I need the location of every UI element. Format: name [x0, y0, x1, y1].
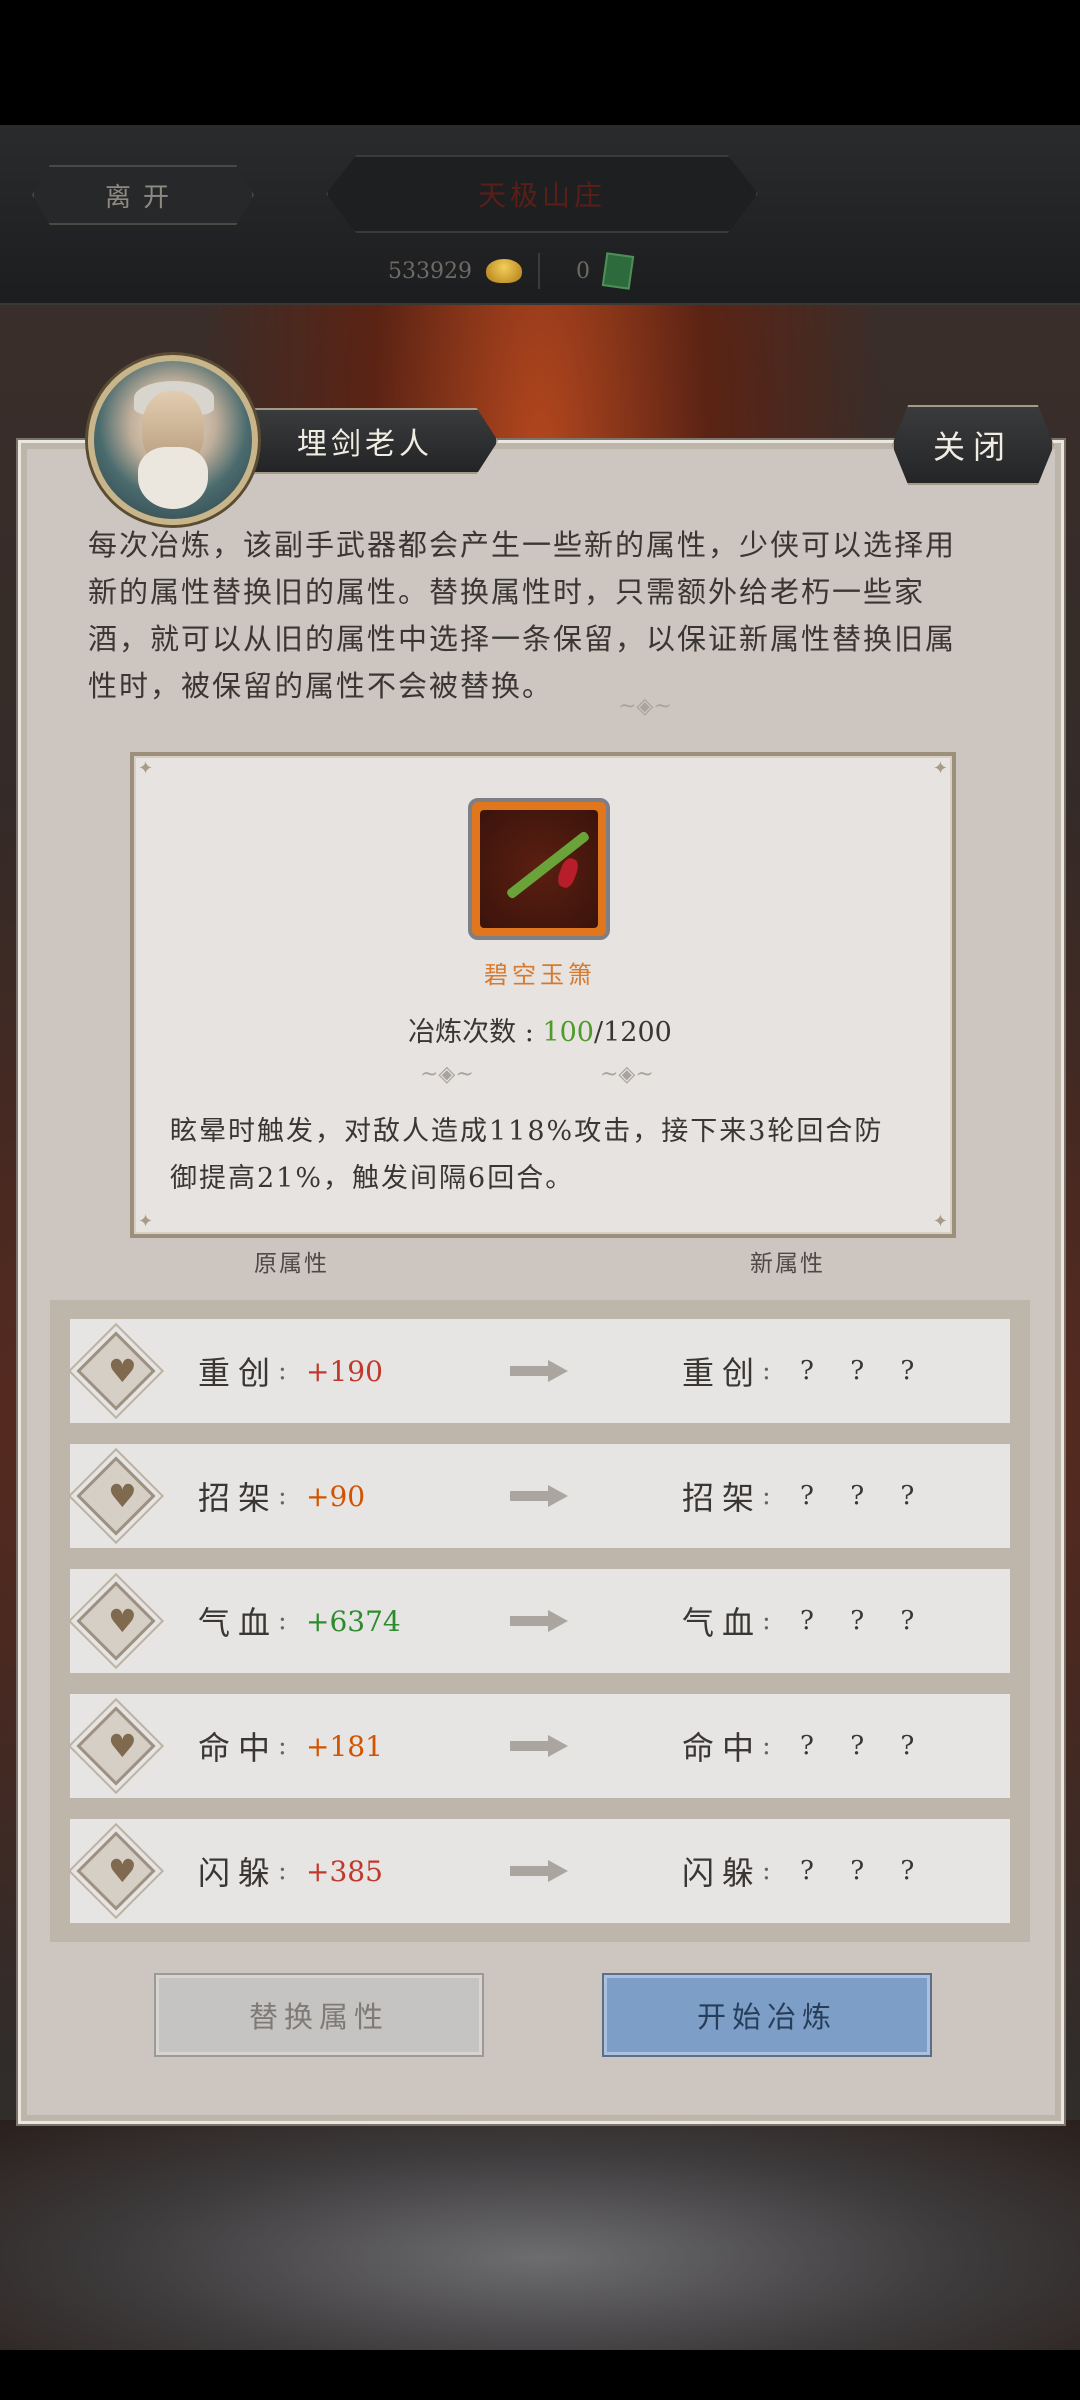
new-attribute-colon: : [762, 1856, 771, 1886]
close-button[interactable]: 关闭 [892, 405, 1054, 485]
npc-avatar [88, 355, 258, 525]
attribute-colon: : [278, 1356, 287, 1386]
new-attribute-value: ? ? ? [800, 1481, 929, 1511]
heart-icon[interactable]: ♥ [108, 1477, 137, 1515]
new-attribute-name: 招架 [682, 1479, 763, 1517]
attribute-colon: : [278, 1481, 287, 1511]
replace-attribute-button[interactable]: 替换属性 [156, 1975, 482, 2055]
heart-icon[interactable]: ♥ [108, 1602, 137, 1640]
heart-icon[interactable]: ♥ [108, 1852, 137, 1890]
refine-count: 冶炼次数 : 100/1200 [380, 1010, 700, 1049]
avatar-beard [138, 447, 208, 509]
arrow-right-icon [510, 1610, 568, 1632]
corner-ornament: ✦ [932, 758, 948, 779]
new-attribute-name: 重创 [682, 1354, 763, 1392]
start-refine-button[interactable]: 开始冶炼 [604, 1975, 930, 2055]
attribute-name: 重创 [198, 1354, 279, 1392]
attribute-name: 气血 [198, 1604, 279, 1642]
heart-icon[interactable]: ♥ [108, 1352, 137, 1390]
new-attribute-name: 闪躲 [682, 1854, 763, 1892]
jade-amount: 0 [576, 258, 590, 284]
refine-count-current: 100 [542, 1017, 594, 1048]
attribute-row[interactable]: ♥ 命中 : +181 命中 : ? ? ? [70, 1694, 1010, 1798]
attribute-value: +190 [306, 1354, 383, 1388]
attribute-row[interactable]: ♥ 气血 : +6374 气血 : ? ? ? [70, 1569, 1010, 1673]
jade-counter: 0 [576, 252, 635, 290]
arrow-right-icon [510, 1485, 568, 1507]
refine-count-colon: : [524, 1017, 543, 1048]
corner-ornament: ✦ [138, 1211, 154, 1232]
new-attribute-name: 命中 [682, 1729, 763, 1767]
arrow-right-icon [510, 1735, 568, 1757]
divider [538, 253, 540, 289]
npc-name-plate: 埋剑老人 [232, 408, 498, 474]
attribute-colon: : [278, 1606, 287, 1636]
attribute-colon: : [278, 1731, 287, 1761]
new-attribute-colon: : [762, 1356, 771, 1386]
refine-count-label: 冶炼次数 [408, 1017, 517, 1048]
skill-description: 眩晕时触发，对敌人造成118%攻击，接下来3轮回合防御提高21%，触发间隔6回合… [170, 1116, 884, 1194]
new-attributes-header: 新属性 [750, 1251, 825, 1277]
heart-icon[interactable]: ♥ [108, 1727, 137, 1765]
refine-count-max: /1200 [594, 1017, 672, 1048]
gold-counter: 533929 [388, 253, 522, 289]
arrow-right-icon [510, 1360, 568, 1382]
new-attribute-colon: : [762, 1606, 771, 1636]
new-attribute-value: ? ? ? [800, 1356, 929, 1386]
jade-token-icon [601, 252, 635, 290]
jade-flute-icon [480, 810, 598, 928]
flourish-ornament: ~◈~ [600, 1062, 654, 1087]
attribute-value: +385 [306, 1854, 383, 1888]
new-attribute-value: ? ? ? [800, 1606, 929, 1636]
gold-amount: 533929 [388, 258, 472, 284]
background-rocks [0, 2120, 1080, 2350]
corner-ornament: ✦ [138, 758, 154, 779]
attribute-value: +90 [306, 1479, 366, 1513]
gold-ingot-icon [485, 259, 522, 283]
attribute-value: +6374 [306, 1604, 401, 1638]
leave-button[interactable]: 离开 [32, 165, 254, 225]
flourish-ornament: ~◈~ [420, 1062, 474, 1087]
attribute-value: +181 [306, 1729, 383, 1763]
attribute-name: 闪躲 [198, 1854, 279, 1892]
arrow-right-icon [510, 1860, 568, 1882]
weapon-item-slot[interactable] [468, 798, 610, 940]
top-bar: 离开 天极山庄 533929 0 [0, 125, 1080, 305]
attribute-colon: : [278, 1856, 287, 1886]
location-title: 天极山庄 [326, 155, 758, 233]
attribute-name: 命中 [198, 1729, 279, 1767]
attribute-row[interactable]: ♥ 重创 : +190 重创 : ? ? ? [70, 1319, 1010, 1423]
attribute-row[interactable]: ♥ 闪躲 : +385 闪躲 : ? ? ? [70, 1819, 1010, 1923]
attribute-row[interactable]: ♥ 招架 : +90 招架 : ? ? ? [70, 1444, 1010, 1548]
weapon-name: 碧空玉箫 [484, 961, 596, 989]
new-attribute-colon: : [762, 1731, 771, 1761]
new-attribute-value: ? ? ? [800, 1856, 929, 1886]
nav-bar [0, 2350, 1080, 2400]
new-attribute-value: ? ? ? [800, 1731, 929, 1761]
old-attributes-header: 原属性 [254, 1251, 329, 1277]
new-attribute-name: 气血 [682, 1604, 763, 1642]
attribute-name: 招架 [198, 1479, 279, 1517]
new-attribute-colon: : [762, 1481, 771, 1511]
corner-ornament: ✦ [932, 1211, 948, 1232]
status-bar [0, 0, 1080, 125]
refine-description: 每次冶炼，该副手武器都会产生一些新的属性，少侠可以选择用新的属性替换旧的属性。替… [88, 528, 957, 703]
flourish-ornament: ~◈~ [618, 694, 672, 719]
